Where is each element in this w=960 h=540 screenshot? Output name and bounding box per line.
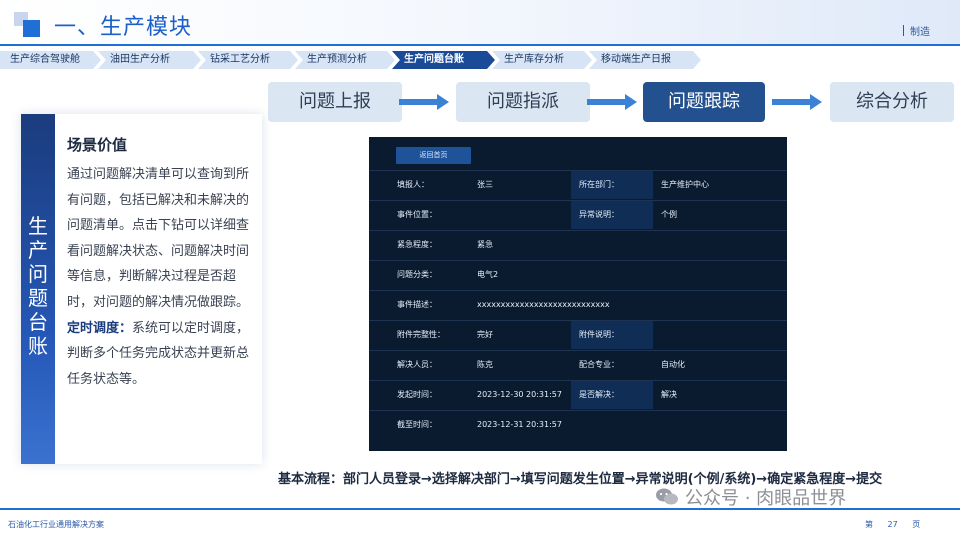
footer-title: 石油化工行业通用解决方案 xyxy=(8,520,104,529)
field-label: 附件说明： xyxy=(571,321,653,349)
brand-label: 制造 xyxy=(903,23,930,38)
form-row: 问题分类： 电气2 xyxy=(369,260,787,288)
field-value: 2023-12-31 20:31:57 xyxy=(477,420,562,429)
form-row: 附件完整性： 完好 附件说明： xyxy=(369,320,787,349)
field-value: 2023-12-30 20:31:57 xyxy=(477,390,562,399)
form-row: 解决人员： 陈克 配合专业： 自动化 xyxy=(369,350,787,378)
step-assign[interactable]: 问题指派 xyxy=(456,82,590,122)
form-row: 发起时间： 2023-12-30 20:31:57 是否解决： 解决 xyxy=(369,380,787,409)
tab-oilfield-analysis[interactable]: 油田生产分析 xyxy=(98,51,201,69)
panel-side-bar: 生 产 问 题 台 账 xyxy=(21,114,55,464)
field-label: 发起时间： xyxy=(397,390,437,399)
field-value: xxxxxxxxxxxxxxxxxxxxxxxxxxxx xyxy=(477,300,610,309)
form-row: 紧急程度： 紧急 xyxy=(369,230,787,258)
field-label: 配合专业： xyxy=(579,360,619,369)
form-row: 截至时间： 2023-12-31 20:31:57 xyxy=(369,410,787,438)
page-number: 第 27 页 xyxy=(865,520,921,529)
panel-description: 通过问题解决清单可以查询到所有问题，包括已解决和未解决的问题清单。点击下钻可以详… xyxy=(67,167,250,387)
step-report[interactable]: 问题上报 xyxy=(268,82,402,122)
field-value xyxy=(469,201,571,229)
tab-problem-ledger[interactable]: 生产问题台账 xyxy=(392,51,495,69)
field-label: 所在部门： xyxy=(571,171,653,199)
panel-heading: 场景价值 xyxy=(67,136,128,154)
form-row: 事件位置： 异常说明： 个例 xyxy=(369,200,787,229)
tab-inventory-analysis[interactable]: 生产库存分析 xyxy=(492,51,592,69)
arrow-right-icon xyxy=(399,94,449,110)
back-home-button[interactable]: 返回首页 xyxy=(396,147,471,164)
footer-divider xyxy=(0,508,960,510)
field-label: 填报人： xyxy=(397,180,429,189)
watermark: 公众号 · 肉眼品世界 xyxy=(655,484,846,510)
arrow-right-icon xyxy=(772,94,822,110)
tab-cockpit[interactable]: 生产综合驾驶舱 xyxy=(0,51,101,69)
field-value: 生产维护中心 xyxy=(661,180,709,189)
arrow-right-icon xyxy=(587,94,637,110)
field-value: 解决 xyxy=(661,390,677,399)
tab-drilling-analysis[interactable]: 钻采工艺分析 xyxy=(198,51,298,69)
form-row: 事件描述： xxxxxxxxxxxxxxxxxxxxxxxxxxxx xyxy=(369,290,787,318)
field-value: 紧急 xyxy=(477,240,493,249)
tab-forecast-analysis[interactable]: 生产预测分析 xyxy=(295,51,395,69)
field-value: 张三 xyxy=(477,180,493,189)
step-analysis[interactable]: 综合分析 xyxy=(830,82,954,122)
field-value: 电气2 xyxy=(477,270,499,279)
field-label: 解决人员： xyxy=(397,360,437,369)
field-value: 陈克 xyxy=(477,360,493,369)
field-label: 问题分类： xyxy=(397,270,437,279)
field-label: 截至时间： xyxy=(397,420,437,429)
field-label: 异常说明： xyxy=(571,201,653,229)
wechat-icon xyxy=(656,488,678,505)
module-tabs: 生产综合驾驶舱 油田生产分析 钻采工艺分析 生产预测分析 生产问题台账 生产库存… xyxy=(0,51,700,69)
field-value: 完好 xyxy=(477,330,493,339)
field-value: 自动化 xyxy=(661,360,685,369)
page-title: 一、生产模块 xyxy=(54,15,193,40)
field-label: 事件位置： xyxy=(397,210,437,219)
header-divider xyxy=(0,44,960,46)
header-bar: 一、生产模块 制造 xyxy=(0,0,960,46)
panel-side-title: 生 产 问 题 台 账 xyxy=(28,214,48,358)
field-label: 紧急程度： xyxy=(397,240,437,249)
field-label: 事件描述： xyxy=(397,300,437,309)
scenario-panel: 生 产 问 题 台 账 场景价值 通过问题解决清单可以查询到所有问题，包括已解决… xyxy=(21,114,262,464)
step-track[interactable]: 问题跟踪 xyxy=(643,82,765,122)
field-value xyxy=(653,321,787,349)
field-label: 附件完整性： xyxy=(397,330,445,339)
field-value: 个例 xyxy=(661,210,677,219)
tab-mobile-daily-report[interactable]: 移动端生产日报 xyxy=(589,51,701,69)
logo-icon xyxy=(14,12,42,38)
field-label: 是否解决： xyxy=(571,381,653,409)
form-row: 填报人： 张三 所在部门： 生产维护中心 xyxy=(369,170,787,199)
